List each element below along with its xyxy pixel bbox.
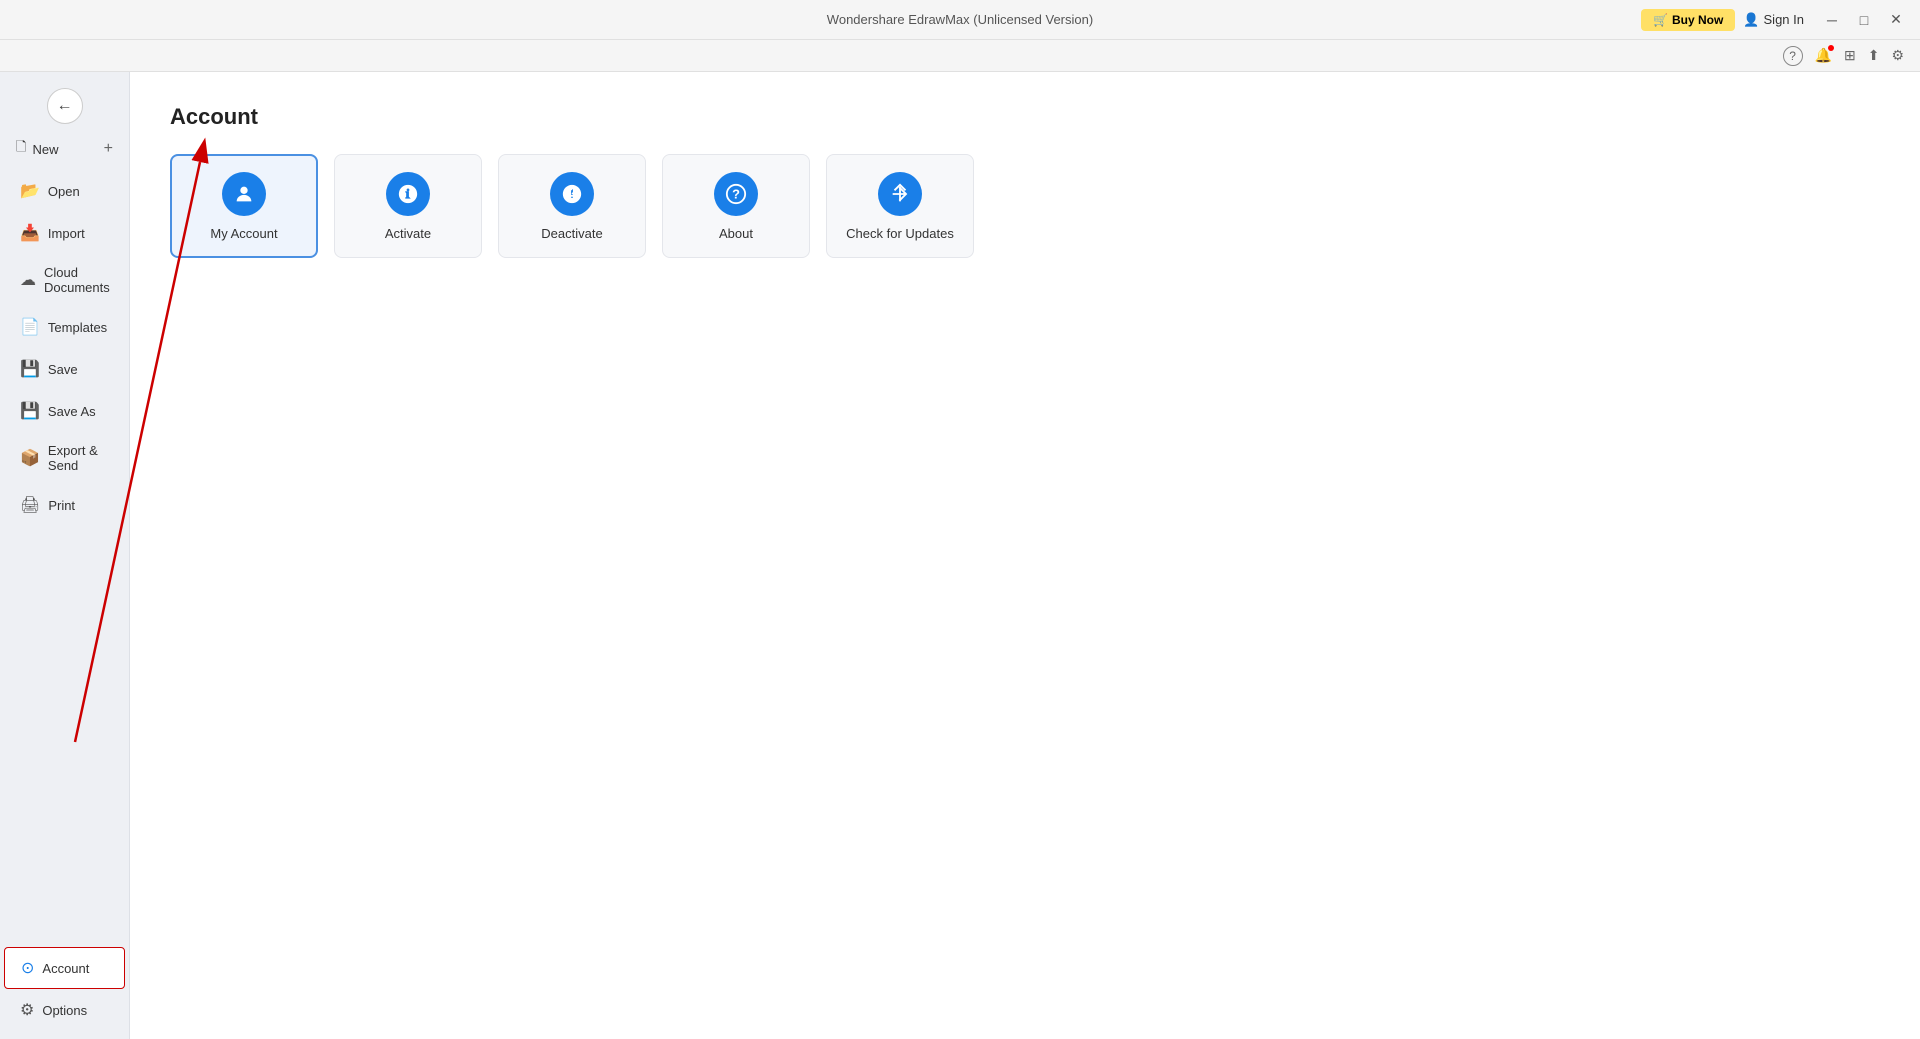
share-icon[interactable]: ⬆ xyxy=(1868,47,1880,64)
sidebar-item-save-label: Save xyxy=(48,362,78,377)
card-about-label: About xyxy=(719,226,753,241)
back-button[interactable]: ← xyxy=(47,88,83,124)
content-area: Account My Account Acti xyxy=(130,72,1920,1039)
sidebar-item-cloud-label: Cloud Documents xyxy=(44,265,110,295)
help-icon[interactable]: ? xyxy=(1783,46,1803,66)
svg-text:?: ? xyxy=(732,186,740,201)
sidebar-item-save[interactable]: 💾 Save xyxy=(4,349,125,389)
activate-icon xyxy=(386,172,430,216)
card-deactivate[interactable]: Deactivate xyxy=(498,154,646,258)
sidebar-item-open-label: Open xyxy=(48,184,80,199)
sidebar-item-account-label: Account xyxy=(42,961,89,976)
settings-icon[interactable]: ⚙ xyxy=(1891,47,1904,64)
sidebar-item-print[interactable]: 🖨 Print xyxy=(4,485,125,525)
print-icon: 🖨 xyxy=(20,495,40,515)
cloud-icon: ☁ xyxy=(20,270,36,290)
deactivate-icon xyxy=(550,172,594,216)
sidebar-item-save-as-label: Save As xyxy=(48,404,96,419)
card-my-account[interactable]: My Account xyxy=(170,154,318,258)
page-title: Account xyxy=(170,104,1880,130)
sidebar-item-save-as[interactable]: 💾 Save As xyxy=(4,391,125,431)
sidebar: ← 🗋 New + 📂 Open 📥 Import ☁ Cloud Docume… xyxy=(0,72,130,1039)
sidebar-item-options[interactable]: ⚙ Options xyxy=(4,990,125,1030)
card-check-updates-label: Check for Updates xyxy=(846,226,954,241)
card-about[interactable]: ? About xyxy=(662,154,810,258)
new-plus-icon: + xyxy=(104,140,113,158)
save-as-icon: 💾 xyxy=(20,401,40,421)
notification-badge xyxy=(1828,45,1834,51)
new-icon: 🗋 xyxy=(16,138,26,160)
restore-button[interactable]: □ xyxy=(1852,8,1876,32)
sidebar-item-cloud[interactable]: ☁ Cloud Documents xyxy=(4,255,125,305)
user-icon: 👤 xyxy=(1743,12,1759,28)
about-icon: ? xyxy=(714,172,758,216)
titlebar: Wondershare EdrawMax (Unlicensed Version… xyxy=(0,0,1920,40)
cart-icon: 🛒 xyxy=(1653,13,1668,27)
sign-in-button[interactable]: 👤 Sign In xyxy=(1743,12,1804,28)
account-icon: ⊙ xyxy=(21,958,34,978)
open-icon: 📂 xyxy=(20,181,40,201)
community-icon[interactable]: ⊞ xyxy=(1844,47,1856,64)
sidebar-item-open[interactable]: 📂 Open xyxy=(4,171,125,211)
toolbar-row: ? 🔔 ⊞ ⬆ ⚙ xyxy=(0,40,1920,72)
sidebar-item-options-label: Options xyxy=(42,1003,87,1018)
minimize-button[interactable]: ─ xyxy=(1820,8,1844,32)
sidebar-item-templates-label: Templates xyxy=(48,320,107,335)
templates-icon: 📄 xyxy=(20,317,40,337)
buy-now-button[interactable]: 🛒 Buy Now xyxy=(1641,9,1735,31)
close-button[interactable]: ✕ xyxy=(1884,8,1908,32)
sidebar-item-templates[interactable]: 📄 Templates xyxy=(4,307,125,347)
sidebar-item-print-label: Print xyxy=(48,498,75,513)
card-check-updates[interactable]: Check for Updates xyxy=(826,154,974,258)
sidebar-item-new-label: New xyxy=(32,142,58,157)
import-icon: 📥 xyxy=(20,223,40,243)
sidebar-item-import-label: Import xyxy=(48,226,85,241)
cards-grid: My Account Activate xyxy=(170,154,1880,258)
sidebar-item-account[interactable]: ⊙ Account xyxy=(4,947,125,989)
sidebar-item-import[interactable]: 📥 Import xyxy=(4,213,125,253)
save-icon: 💾 xyxy=(20,359,40,379)
export-icon: 📦 xyxy=(20,448,40,468)
check-updates-icon xyxy=(878,172,922,216)
sidebar-item-export-label: Export & Send xyxy=(48,443,109,473)
titlebar-title: Wondershare EdrawMax (Unlicensed Version… xyxy=(827,12,1093,27)
card-deactivate-label: Deactivate xyxy=(541,226,602,241)
sidebar-item-export[interactable]: 📦 Export & Send xyxy=(4,433,125,483)
card-activate-label: Activate xyxy=(385,226,431,241)
options-icon: ⚙ xyxy=(20,1000,34,1020)
sidebar-item-new[interactable]: 🗋 New + xyxy=(0,128,129,170)
card-my-account-label: My Account xyxy=(210,226,277,241)
notification-icon[interactable]: 🔔 xyxy=(1815,47,1832,64)
my-account-icon xyxy=(222,172,266,216)
card-activate[interactable]: Activate xyxy=(334,154,482,258)
